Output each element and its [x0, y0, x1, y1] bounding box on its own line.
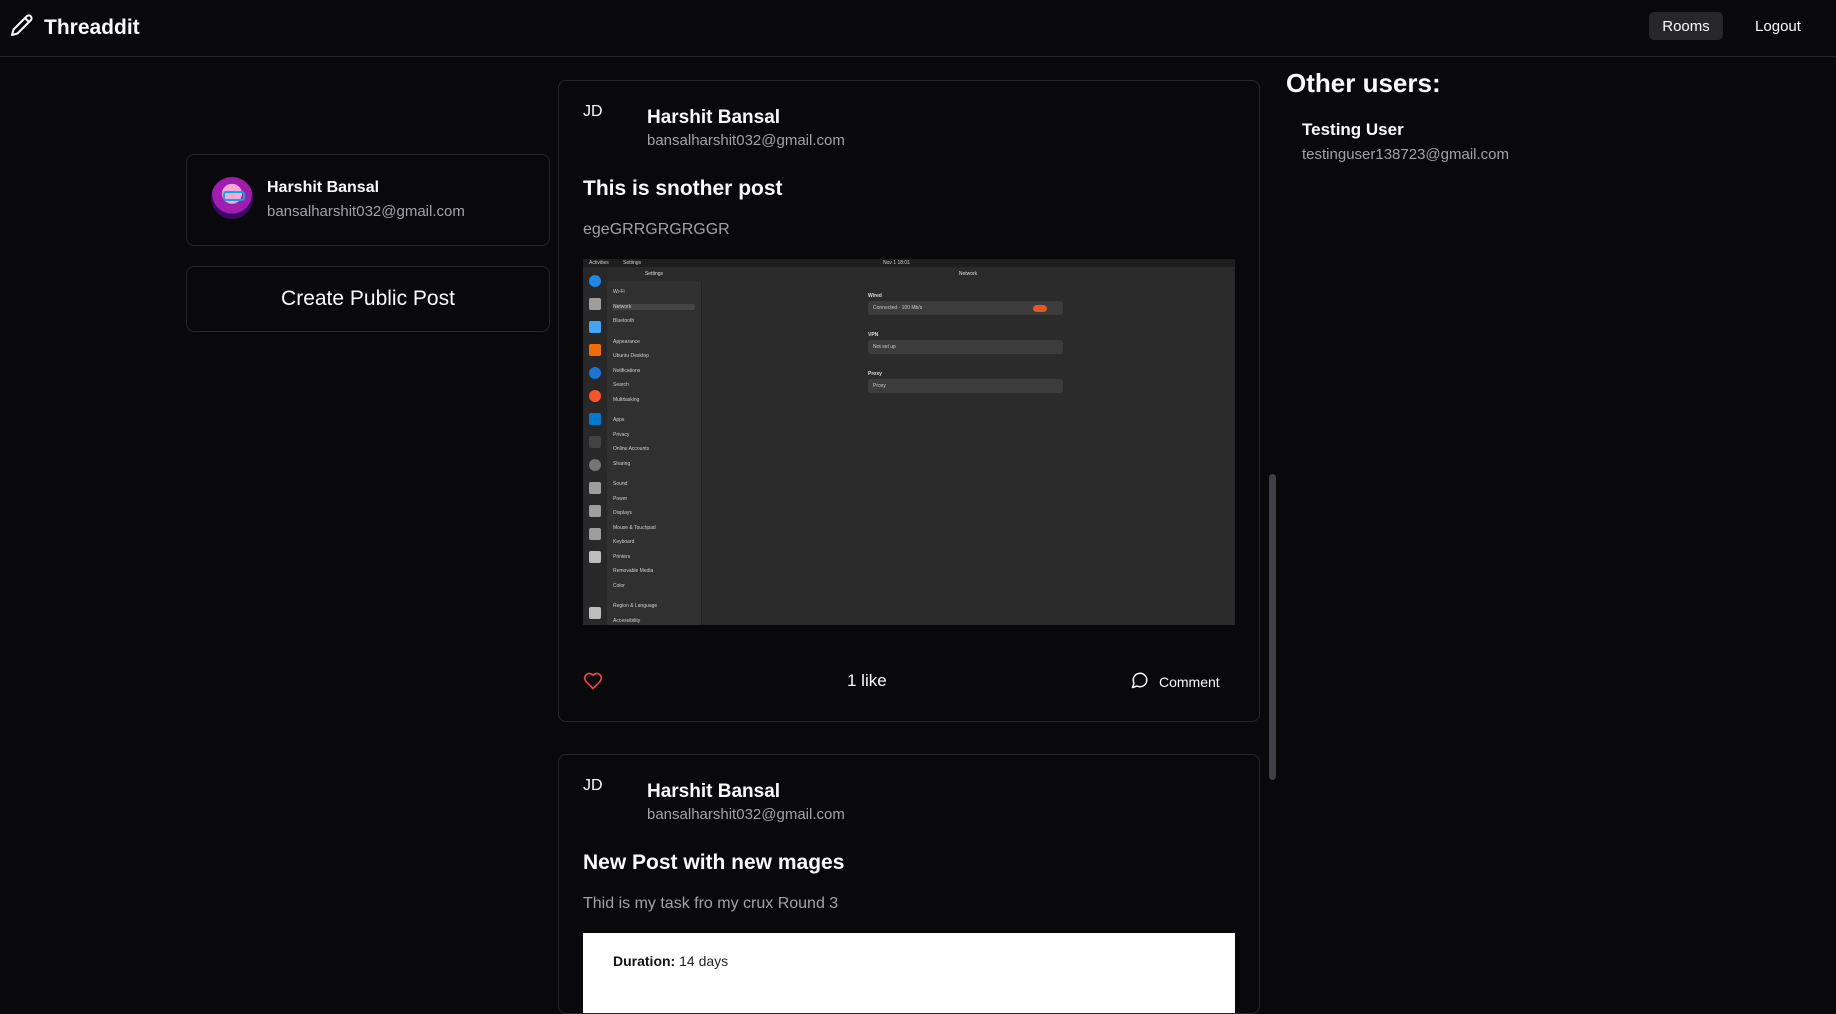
screenshot-sidebar-item: Network: [613, 303, 695, 310]
author-initials: JD: [583, 103, 603, 120]
user-name[interactable]: Testing User: [1302, 120, 1404, 140]
screenshot-topbar: Activities Settings Nov 1 18:01: [583, 259, 1235, 267]
screenshot-row: Connected - 100 Mb/s: [868, 301, 1063, 315]
post-body: egeGRRGRGRGGR: [583, 221, 730, 238]
brand-link[interactable]: Threaddit: [10, 13, 140, 42]
screenshot-row: Not set up: [868, 340, 1063, 354]
screenshot-sidebar-item: Multitasking: [613, 396, 640, 403]
post-card: JD Harshit Bansal bansalharshit032@gmail…: [558, 80, 1260, 722]
screenshot-row: Proxy: [868, 379, 1063, 393]
logout-button[interactable]: Logout: [1745, 12, 1811, 40]
post-title: This is snother post: [583, 177, 783, 200]
screenshot-sidebar-item: Mouse & Touchpad: [613, 524, 656, 531]
profile-card: Harshit Bansal bansalharshit032@gmail.co…: [186, 154, 550, 246]
profile-name: Harshit Bansal: [267, 179, 380, 196]
screenshot-sidebar-item: Apps: [613, 417, 625, 423]
post-image[interactable]: Activities Settings Nov 1 18:01 Settings…: [583, 259, 1235, 625]
screenshot-activities: Activities: [589, 260, 609, 266]
pencil-icon: [10, 13, 34, 42]
screenshot-sidebar-item: Accessibility: [613, 617, 641, 624]
screenshot-sidebar-item: Removable Media: [613, 568, 654, 574]
screenshot-clock: Nov 1 18:01: [883, 260, 910, 266]
comment-icon: [1131, 671, 1149, 692]
user-email: testinguser138723@gmail.com: [1302, 146, 1510, 163]
screenshot-sidebar-item: Appearance: [613, 338, 640, 345]
post-image[interactable]: Duration: 14 days: [583, 933, 1235, 1013]
post-title: New Post with new mages: [583, 851, 845, 874]
screenshot-sidebar-item: Printers: [613, 553, 631, 560]
post-author: Harshit Bansal: [647, 781, 781, 802]
heart-icon[interactable]: [583, 671, 603, 696]
screenshot-group-label: Wired: [868, 293, 882, 299]
screenshot-group-label: VPN: [868, 332, 879, 338]
screenshot-sidebar-title: Settings: [607, 267, 701, 281]
screenshot-sidebar-item: Search: [613, 382, 629, 388]
screenshot-sidebar-item: Online Accounts: [613, 446, 650, 452]
comment-label: Comment: [1159, 673, 1220, 690]
screenshot-sidebar-item: Ubuntu Desktop: [613, 353, 649, 359]
screenshot-sidebar-item: Displays: [613, 510, 632, 516]
post-author: Harshit Bansal: [647, 107, 781, 128]
screenshot-app: Settings: [623, 260, 642, 266]
post-image-text: Duration: 14 days: [613, 953, 729, 969]
top-navbar: Threaddit Rooms Logout: [0, 0, 1836, 57]
other-users-heading: Other users:: [1286, 68, 1441, 98]
avatar: [211, 177, 253, 219]
screenshot-dock: [583, 267, 607, 625]
screenshot-group-label: Proxy: [868, 371, 882, 377]
like-count: 1 like: [847, 671, 887, 690]
post-author-email: bansalharshit032@gmail.com: [647, 806, 845, 823]
screenshot-sidebar-item: Color: [613, 582, 625, 589]
screenshot-sidebar-item: Notifications: [613, 367, 641, 374]
profile-email: bansalharshit032@gmail.com: [267, 203, 465, 220]
screenshot-sidebar-item: Keyboard: [613, 539, 635, 545]
rooms-button[interactable]: Rooms: [1649, 12, 1723, 40]
screenshot-sidebar-item: Sharing: [613, 460, 631, 467]
comment-button[interactable]: Comment: [1131, 671, 1220, 692]
feed-scrollbar[interactable]: [1269, 474, 1276, 780]
screenshot-sidebar-item: Bluetooth: [613, 318, 635, 324]
screenshot-sidebar-item: Region & Language: [613, 603, 658, 609]
screenshot-sidebar-item: Wi-Fi: [613, 289, 625, 295]
screenshot-main-title: Network: [701, 267, 1235, 281]
author-initials: JD: [583, 777, 603, 794]
screenshot-sidebar-item: Power: [613, 495, 628, 502]
screenshot-settings-sidebar: Settings Wi-Fi Network Bluetooth Appearance…: [607, 267, 702, 625]
post-body: Thid is my task fro my crux Round 3: [583, 895, 839, 912]
screenshot-sidebar-item: Privacy: [613, 431, 630, 438]
screenshot-sidebar-item: Sound: [613, 481, 628, 487]
brand-name: Threaddit: [44, 15, 140, 39]
post-card: JD Harshit Bansal bansalharshit032@gmail…: [558, 754, 1260, 1014]
post-author-email: bansalharshit032@gmail.com: [647, 132, 845, 149]
create-public-post-button[interactable]: Create Public Post: [186, 266, 550, 332]
